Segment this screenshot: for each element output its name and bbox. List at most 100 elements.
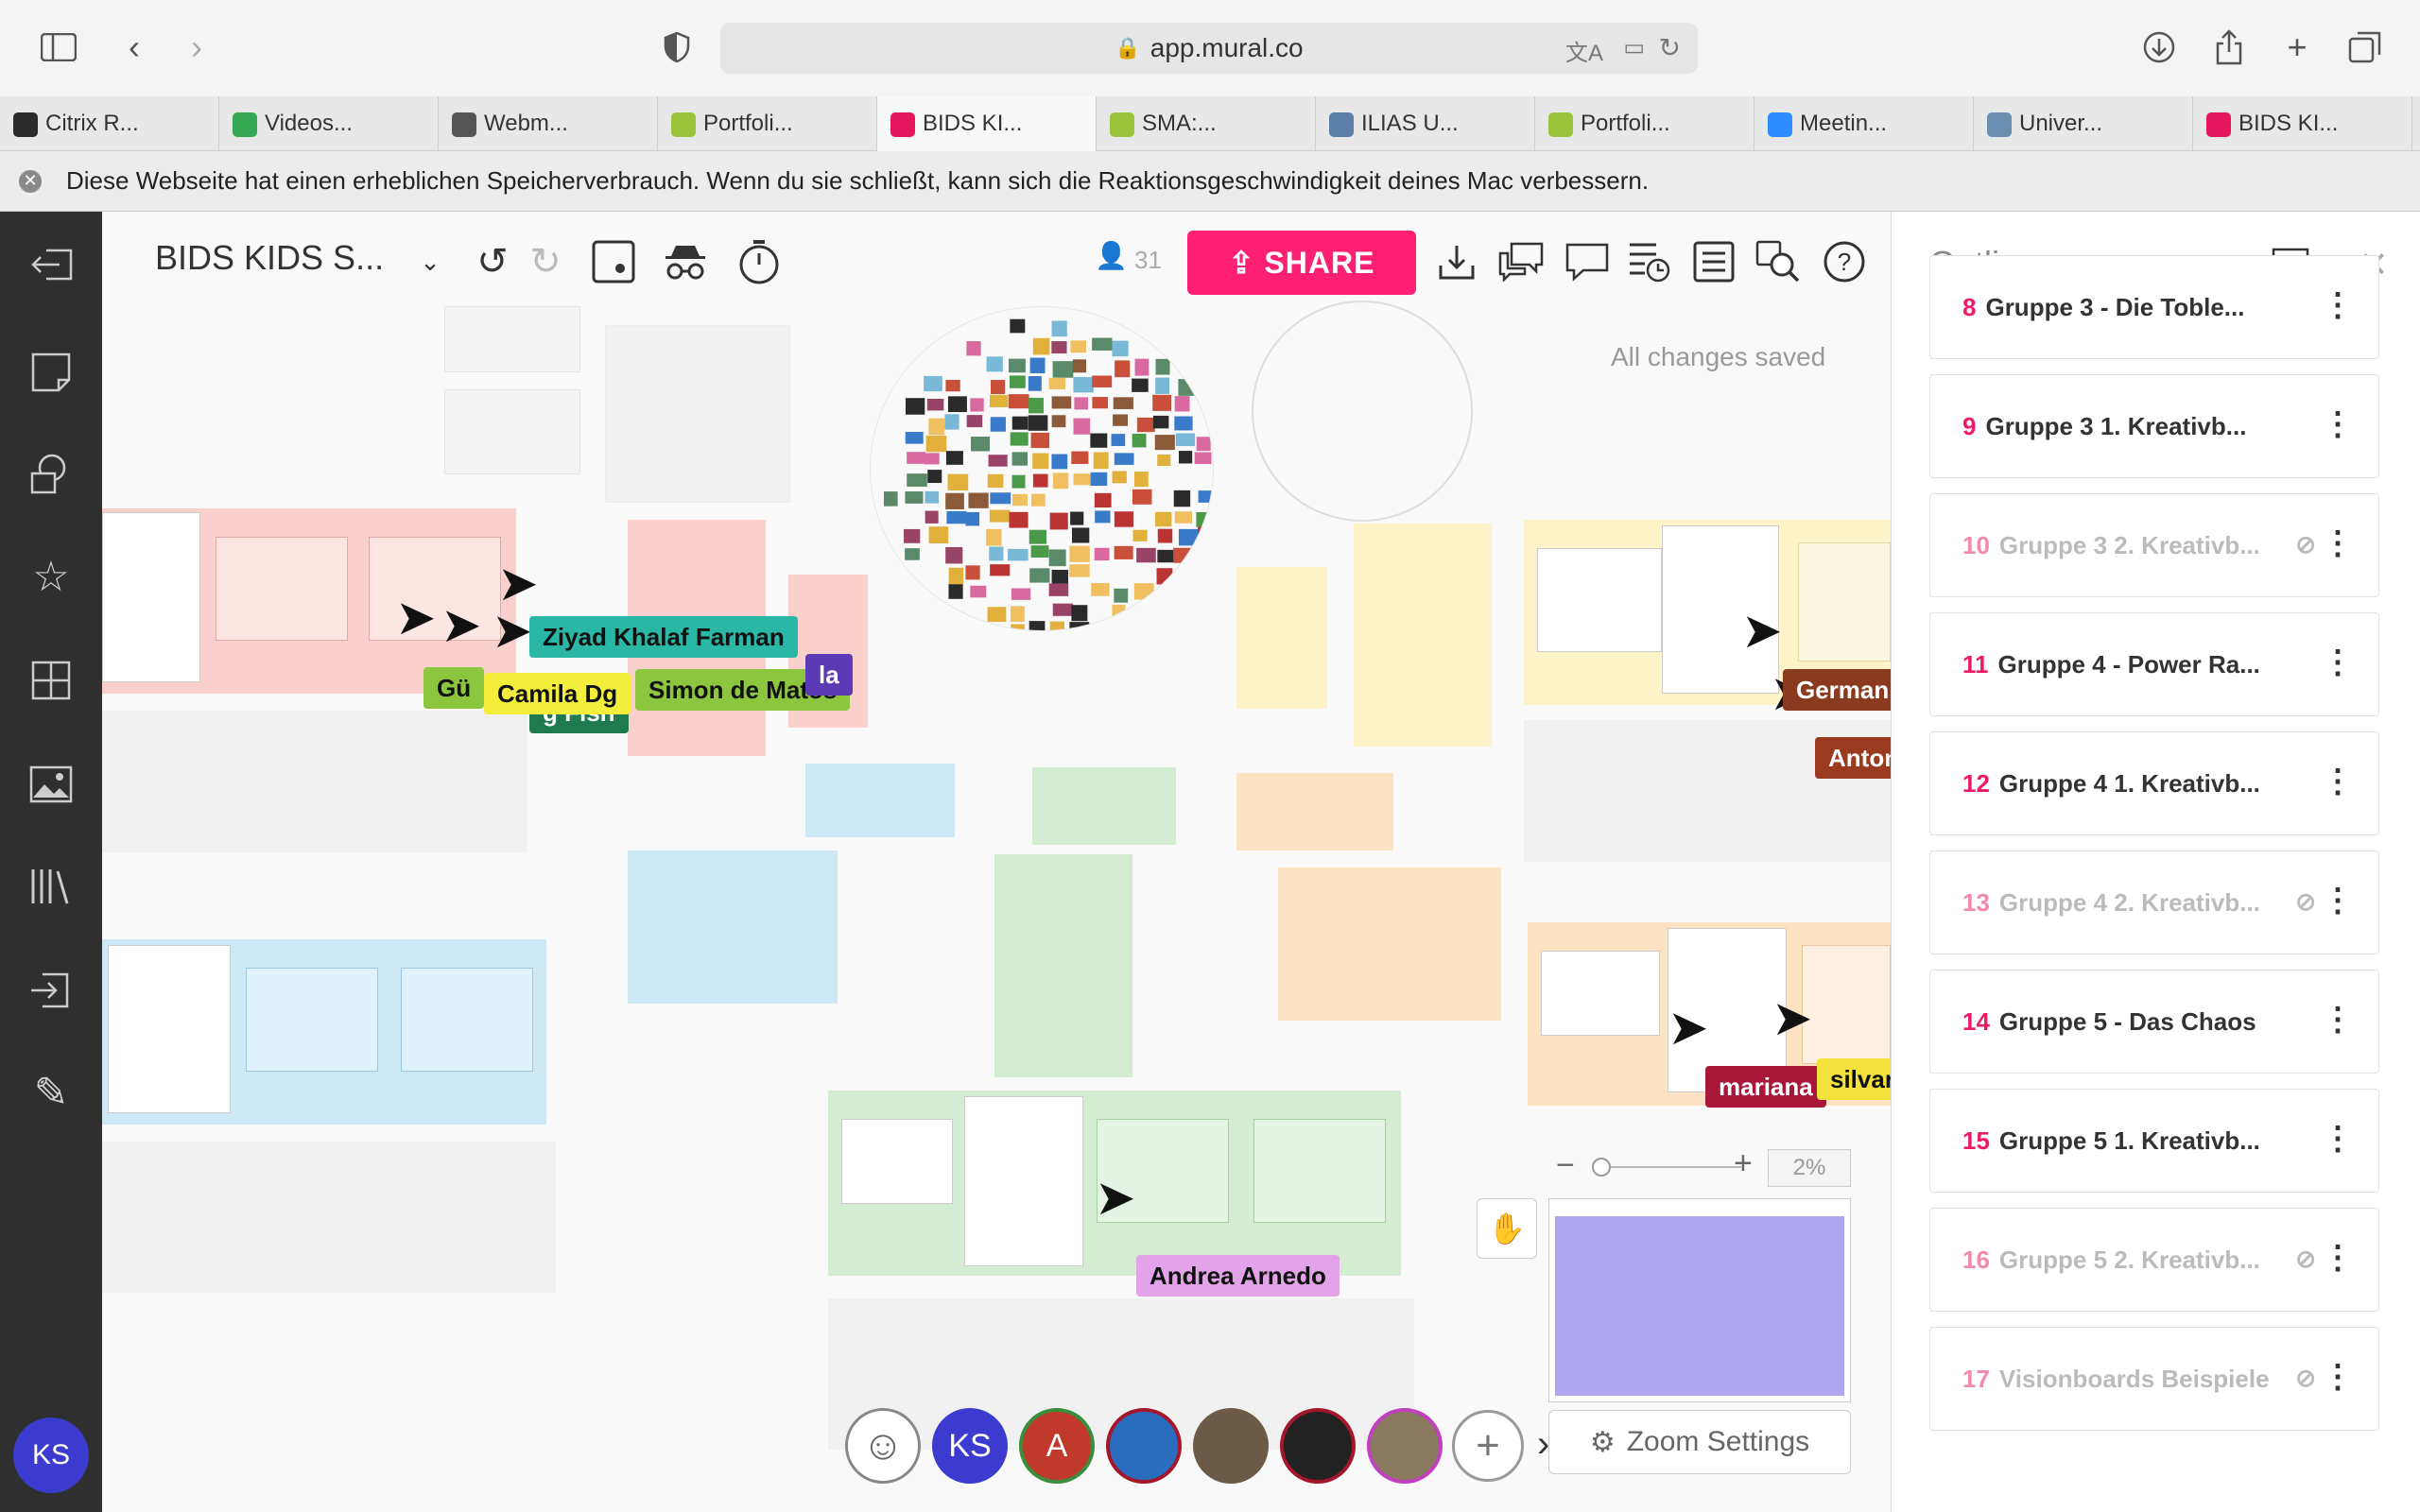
forward-icon[interactable]: ›: [176, 26, 217, 68]
downloads-icon[interactable]: [2138, 26, 2180, 68]
exit-icon[interactable]: [23, 236, 79, 293]
group-board-blue[interactable]: [102, 939, 546, 1125]
browser-tab[interactable]: Meetin...: [1754, 96, 1974, 151]
avatar[interactable]: [1106, 1408, 1182, 1484]
zoom-settings-button[interactable]: ⚙ Zoom Settings: [1548, 1410, 1851, 1474]
canvas-frame[interactable]: [444, 389, 580, 474]
canvas-frame[interactable]: [605, 325, 790, 503]
privacy-shield-icon[interactable]: [656, 26, 698, 68]
share-button[interactable]: ⇪ SHARE: [1187, 231, 1416, 295]
reader-icon[interactable]: ▭: [1623, 34, 1645, 61]
current-user-avatar[interactable]: KS: [13, 1418, 89, 1493]
search-icon[interactable]: [1753, 236, 1804, 287]
browser-tab[interactable]: Portfoli...: [658, 96, 877, 151]
sticky-note-icon[interactable]: [23, 344, 79, 401]
zoom-in-icon[interactable]: +: [1734, 1145, 1753, 1182]
photo-board-blue[interactable]: [805, 764, 955, 837]
hidden-eye-icon[interactable]: ⊘: [2295, 1364, 2316, 1393]
outline-item[interactable]: 10 Gruppe 3 2. Kreativb... ⊘ ⋮: [1929, 493, 2379, 597]
timer-icon[interactable]: [734, 236, 785, 287]
avatar[interactable]: [1280, 1408, 1356, 1484]
more-options-icon[interactable]: ⋮: [2322, 1239, 2354, 1277]
browser-tab[interactable]: ILIAS U...: [1316, 96, 1535, 151]
avatar[interactable]: A: [1019, 1408, 1095, 1484]
hidden-eye-icon[interactable]: ⊘: [2295, 530, 2316, 559]
browser-tab[interactable]: BIDS KI...: [877, 96, 1097, 151]
more-options-icon[interactable]: ⋮: [2322, 882, 2354, 919]
address-bar[interactable]: 🔒 app.mural.co 文A ▭ ↻: [720, 23, 1698, 74]
download-icon[interactable]: [1431, 236, 1482, 287]
more-options-icon[interactable]: ⋮: [2322, 286, 2354, 324]
browser-tab[interactable]: Videos...: [219, 96, 439, 151]
more-options-icon[interactable]: ⋮: [2322, 644, 2354, 681]
browser-tab[interactable]: Citrix R...: [0, 96, 219, 151]
outline-list-icon[interactable]: [1688, 236, 1739, 287]
tab-overview-icon[interactable]: [2344, 26, 2386, 68]
comment-icon[interactable]: [1562, 236, 1613, 287]
hidden-eye-icon[interactable]: ⊘: [2295, 1245, 2316, 1274]
new-tab-icon[interactable]: +: [2276, 26, 2318, 68]
photo-board-green[interactable]: [1032, 767, 1176, 845]
share-page-icon[interactable]: [2208, 26, 2250, 68]
chevron-down-icon[interactable]: ⌄: [405, 236, 456, 287]
outline-item[interactable]: 9 Gruppe 3 1. Kreativb... ⋮: [1929, 374, 2379, 478]
chat-icon[interactable]: [1495, 236, 1547, 287]
browser-tab[interactable]: Univer...: [1974, 96, 2193, 151]
avatar[interactable]: KS: [932, 1408, 1008, 1484]
shapes-icon[interactable]: [23, 446, 79, 503]
image-icon[interactable]: [23, 756, 79, 813]
outline-item[interactable]: 16 Gruppe 5 2. Kreativb... ⊘ ⋮: [1929, 1208, 2379, 1312]
outline-item[interactable]: 17 Visionboards Beispiele ⊘ ⋮: [1929, 1327, 2379, 1431]
minimap[interactable]: [1548, 1198, 1851, 1402]
empty-board[interactable]: [102, 711, 527, 852]
import-icon[interactable]: [23, 962, 79, 1019]
reload-icon[interactable]: ↻: [1659, 32, 1681, 63]
browser-tab[interactable]: Webm...: [439, 96, 658, 151]
activity-icon[interactable]: [1624, 236, 1675, 287]
frameworks-icon[interactable]: [23, 652, 79, 709]
invite-add-icon[interactable]: +: [1452, 1410, 1524, 1482]
photo-board-blue[interactable]: [628, 850, 838, 1004]
translate-icon[interactable]: 文A: [1565, 34, 1603, 67]
outline-item[interactable]: 15 Gruppe 5 1. Kreativb... ⋮: [1929, 1089, 2379, 1193]
minimap-viewport[interactable]: [1555, 1216, 1844, 1396]
browser-tab[interactable]: SMA:...: [1097, 96, 1316, 151]
reaction-emoji-icon[interactable]: ☺: [845, 1408, 921, 1484]
more-options-icon[interactable]: ⋮: [2322, 1120, 2354, 1158]
zoom-out-icon[interactable]: −: [1556, 1147, 1575, 1184]
back-icon[interactable]: ‹: [113, 26, 155, 68]
more-options-icon[interactable]: ⋮: [2322, 1358, 2354, 1396]
draw-icon[interactable]: ✎: [23, 1064, 79, 1121]
avatar[interactable]: [1367, 1408, 1443, 1484]
photo-board-yellow[interactable]: [1236, 567, 1327, 709]
help-icon[interactable]: ?: [1819, 236, 1870, 287]
more-options-icon[interactable]: ⋮: [2322, 524, 2354, 562]
avatar[interactable]: [1193, 1408, 1269, 1484]
photo-board-yellow[interactable]: [1354, 524, 1492, 747]
star-icon[interactable]: ☆: [23, 548, 79, 605]
zoom-percent[interactable]: 2%: [1768, 1149, 1851, 1187]
outline-item[interactable]: 13 Gruppe 4 2. Kreativb... ⊘ ⋮: [1929, 850, 2379, 954]
outline-item[interactable]: 11 Gruppe 4 - Power Ra... ⋮: [1929, 612, 2379, 716]
empty-circle[interactable]: [1252, 301, 1473, 522]
redo-icon[interactable]: ↻: [520, 236, 571, 287]
photo-board-green[interactable]: [994, 854, 1132, 1077]
photo-collage[interactable]: [870, 306, 1214, 631]
outline-item[interactable]: 12 Gruppe 4 1. Kreativb... ⋮: [1929, 731, 2379, 835]
close-warning-icon[interactable]: ✕: [19, 169, 42, 193]
outline-item[interactable]: 14 Gruppe 5 - Das Chaos ⋮: [1929, 970, 2379, 1074]
library-icon[interactable]: [23, 858, 79, 915]
empty-board[interactable]: [102, 1142, 556, 1293]
photo-board-orange[interactable]: [1236, 773, 1393, 850]
more-options-icon[interactable]: ⋮: [2322, 763, 2354, 800]
browser-tab[interactable]: BIDS KI...: [2193, 96, 2412, 151]
undo-icon[interactable]: ↺: [467, 236, 518, 287]
private-mode-icon[interactable]: [660, 236, 711, 287]
hidden-eye-icon[interactable]: ⊘: [2295, 887, 2316, 917]
photo-board-orange[interactable]: [1278, 868, 1501, 1021]
outline-item[interactable]: 8 Gruppe 3 - Die Toble... ⋮: [1929, 255, 2379, 359]
zoom-slider[interactable]: [1599, 1166, 1741, 1168]
more-options-icon[interactable]: ⋮: [2322, 1001, 2354, 1039]
more-options-icon[interactable]: ⋮: [2322, 405, 2354, 443]
zoom-slider-handle[interactable]: [1592, 1158, 1611, 1177]
